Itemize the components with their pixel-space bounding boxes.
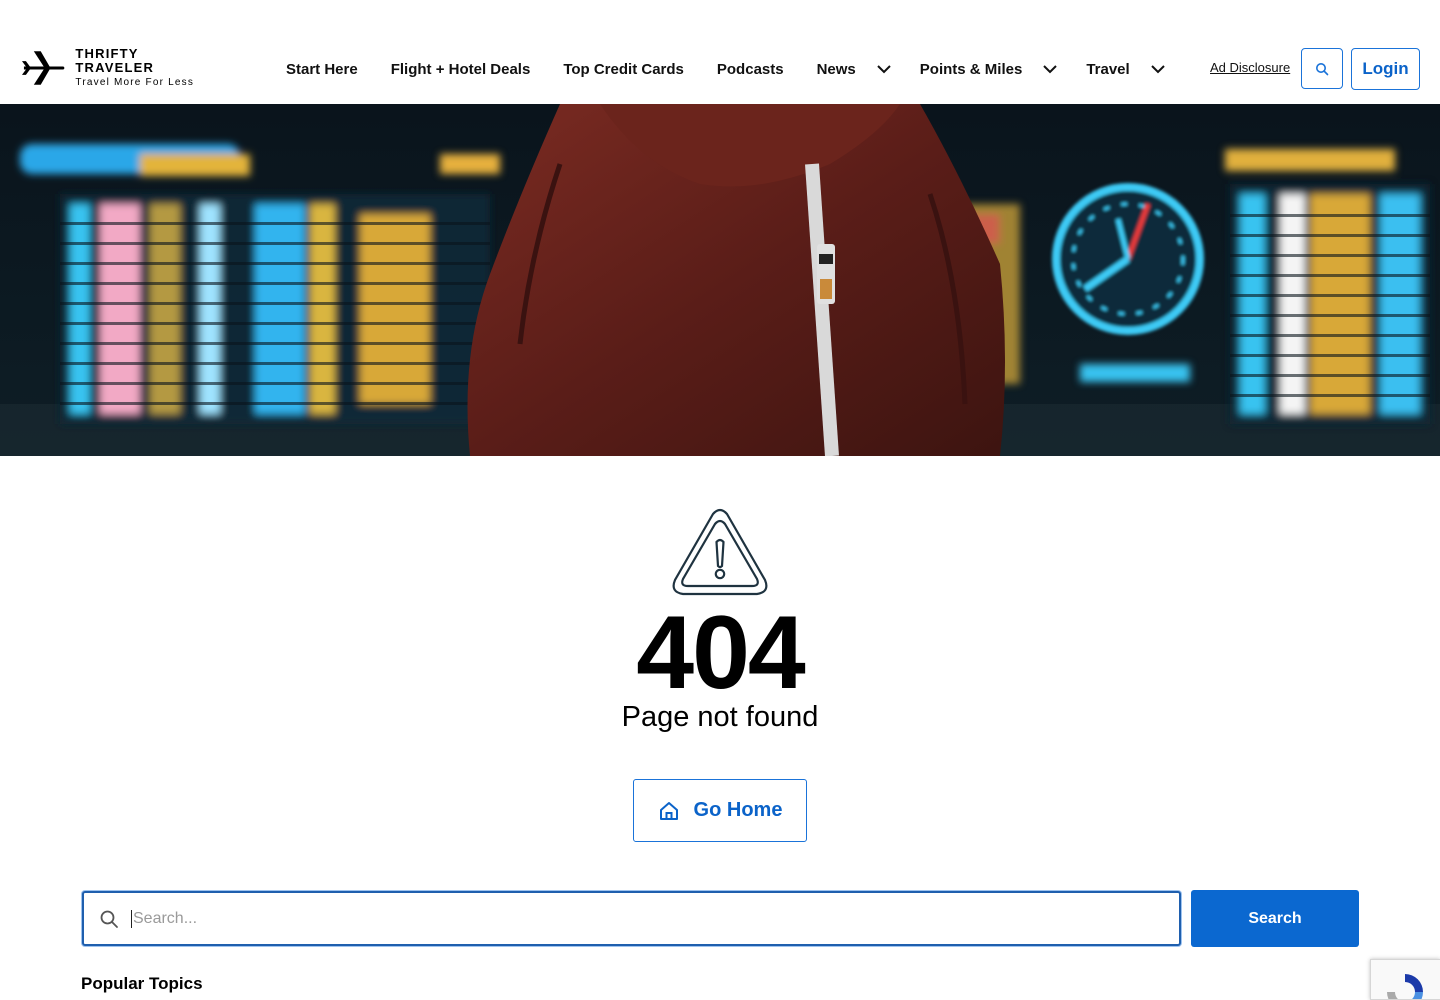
popular-topics-heading: Popular Topics bbox=[81, 974, 203, 993]
nav-item-top-credit-cards[interactable]: Top Credit Cards bbox=[563, 61, 684, 78]
site-logo[interactable]: THRIFTY TRAVELER Travel More For Less bbox=[20, 47, 220, 89]
chevron-down-icon[interactable] bbox=[1042, 64, 1058, 74]
brand-name: THRIFTY TRAVELER bbox=[75, 46, 155, 75]
airport-board-image bbox=[0, 104, 1440, 456]
main-nav: Start Here Flight + Hotel Deals Top Cred… bbox=[286, 56, 1166, 82]
recaptcha-icon bbox=[1387, 974, 1423, 999]
nav-item-flight-hotel-deals[interactable]: Flight + Hotel Deals bbox=[391, 61, 531, 78]
logo-text: THRIFTY TRAVELER Travel More For Less bbox=[75, 47, 220, 89]
chevron-down-icon[interactable] bbox=[1150, 64, 1166, 74]
error-message: Page not found bbox=[621, 701, 819, 733]
search-input[interactable] bbox=[131, 909, 1151, 928]
search-icon bbox=[100, 910, 118, 928]
go-home-label: Go Home bbox=[693, 799, 783, 821]
search-icon bbox=[1316, 62, 1329, 75]
hero-image bbox=[0, 104, 1440, 456]
brand-tagline: Travel More For Less bbox=[75, 77, 195, 88]
nav-item-news[interactable]: News bbox=[817, 61, 892, 78]
error-code: 404 bbox=[636, 595, 806, 711]
search-button[interactable]: Search bbox=[1191, 890, 1359, 947]
home-icon bbox=[659, 801, 678, 820]
airplane-icon bbox=[21, 51, 65, 85]
login-button[interactable]: Login bbox=[1351, 48, 1420, 90]
nav-item-label: Travel bbox=[1086, 60, 1130, 78]
nav-item-points-miles[interactable]: Points & Miles bbox=[920, 61, 1059, 78]
nav-item-start-here[interactable]: Start Here bbox=[286, 61, 358, 78]
nav-item-label: Points & Miles bbox=[919, 60, 1023, 78]
recaptcha-badge[interactable] bbox=[1370, 959, 1440, 1000]
chevron-down-icon[interactable] bbox=[876, 64, 892, 74]
warning-triangle-icon bbox=[672, 508, 768, 596]
nav-item-label: News bbox=[816, 60, 856, 78]
nav-item-podcasts[interactable]: Podcasts bbox=[717, 61, 784, 78]
search-box bbox=[82, 891, 1181, 946]
ad-disclosure-link[interactable]: Ad Disclosure bbox=[1210, 60, 1290, 75]
site-header: THRIFTY TRAVELER Travel More For Less St… bbox=[0, 0, 1440, 104]
go-home-button[interactable]: Go Home bbox=[633, 779, 807, 842]
header-search-button[interactable] bbox=[1301, 48, 1343, 89]
nav-item-travel[interactable]: Travel bbox=[1086, 61, 1165, 78]
